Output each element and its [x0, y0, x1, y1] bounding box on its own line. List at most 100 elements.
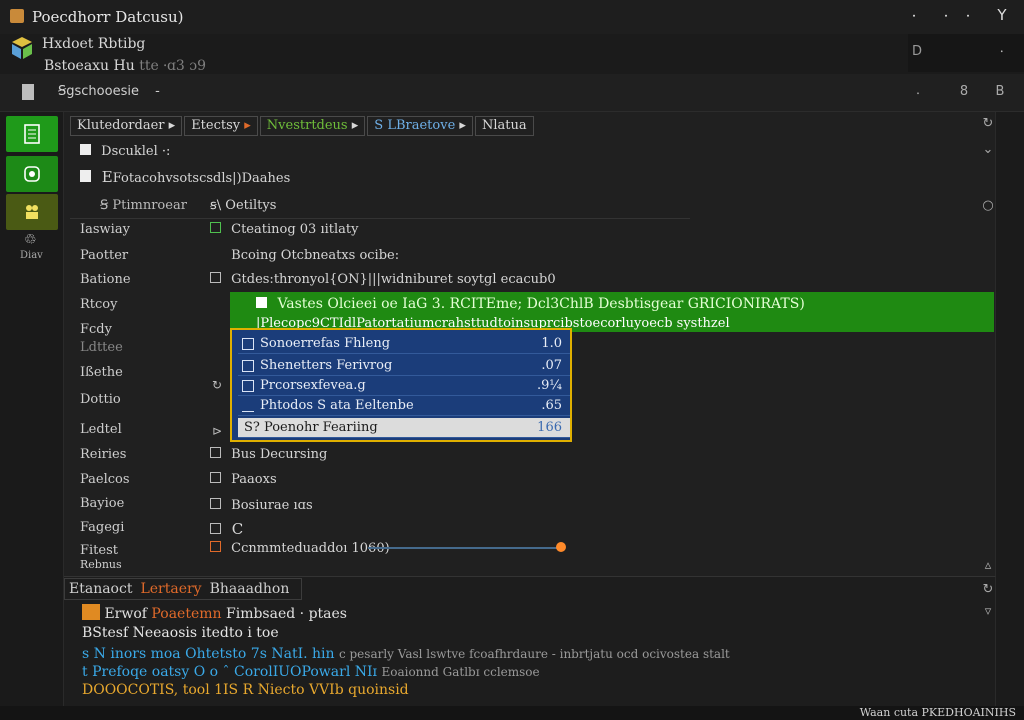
label-8: Dottio: [80, 392, 121, 407]
sidebar-item-people[interactable]: [6, 194, 58, 230]
tabs-refresh-icon[interactable]: ↻: [980, 116, 996, 131]
label-12: Bayioe: [80, 496, 125, 511]
panel-glyph-left: D: [912, 44, 923, 59]
window-title: Poecdhorr Datcusu): [32, 8, 184, 26]
log-line-5: DOOOCOTIS, tool 1IS R Niecto VVIb quoins…: [82, 682, 409, 698]
output-tabs: Etanaoct Lertaery Bhaaadhon: [64, 578, 303, 600]
item-icon: [242, 360, 254, 372]
tree-item-2[interactable]: EFotacohvsotscsdls|)Daahes: [80, 168, 290, 186]
document-icon: [24, 124, 40, 144]
item-icon: [242, 380, 254, 392]
file-icon[interactable]: [22, 84, 34, 100]
restore-icon[interactable]: ⸱: [936, 6, 956, 26]
row-1-checkbox[interactable]: [210, 222, 221, 233]
row-9-checkbox[interactable]: [210, 498, 221, 509]
brand-name: Hxdoet Rbtibg: [42, 36, 146, 52]
row-arrow-icon[interactable]: ⊳: [212, 424, 222, 438]
output-tab-3[interactable]: Bhaaadhon: [210, 581, 290, 597]
option-icon[interactable]: ○: [980, 198, 996, 213]
label-11: Paelcos: [80, 472, 130, 487]
flag-icon: [80, 170, 91, 182]
label-9: Ledtel: [80, 422, 122, 437]
row-2[interactable]: Bcoing Otcbneatxs ocibe:: [210, 248, 399, 263]
log-badge-icon: [82, 604, 100, 620]
row-expand-icon[interactable]: ↻: [212, 378, 222, 392]
top-right-panel: D ⸱: [908, 34, 1024, 72]
output-filter-icon[interactable]: ▿: [980, 604, 996, 619]
pin-icon[interactable]: ⸱: [958, 6, 978, 26]
row-3-checkbox[interactable]: [210, 272, 221, 283]
output-refresh-icon[interactable]: ↻: [980, 582, 996, 597]
tree-item-3[interactable]: Ꞩ Ptimnroear: [100, 198, 187, 213]
row-7[interactable]: Bus Decursing: [210, 447, 327, 462]
people-icon: [26, 205, 38, 219]
highlight-banner[interactable]: Vastes Olcieei oe IaG 3. RCITEme; Dcl3Ch…: [230, 292, 994, 332]
row-3[interactable]: Gtdes:thronyol{ON}|||widniburet soytgl e…: [210, 272, 556, 287]
dropdown-item-3[interactable]: Prcorsexfevea.g .9¼: [238, 376, 570, 396]
title-bar: Poecdhorr Datcusu) ⸱ ⸱ ⸱ Y: [0, 0, 1024, 34]
row-9[interactable]: Bosiurae ıɑs: [210, 498, 313, 513]
row-8[interactable]: Paaoxs: [210, 472, 277, 487]
log-line-1: Erwof Poaetemn Fimbsaed · ptaes: [82, 604, 347, 622]
label-10: Reiries: [80, 447, 127, 462]
search-text: Ꞩgschooesie: [58, 84, 139, 99]
brand-subtitle: Bstoeaxu Hu tte ⸱ɑ3 ɔ9: [44, 56, 206, 75]
row-8-checkbox[interactable]: [210, 472, 221, 483]
brand-subtitle-dim: tte ⸱ɑ3 ɔ9: [139, 58, 207, 74]
dropdown-item-1[interactable]: Sonoerrefas Fhleng 1.0: [238, 334, 570, 354]
log-line-3: s N inors moa Ohtetsto 7s NatI. hin c pe…: [82, 646, 730, 662]
sidebar-item-target[interactable]: [6, 156, 58, 192]
status-bar: Waan cuta PKEDHOAINIHS: [0, 706, 1024, 720]
row-2-checkbox[interactable]: [210, 248, 221, 259]
label-5: Fcdy: [80, 322, 112, 337]
label-13: Fagegi: [80, 520, 125, 535]
tree-item-1[interactable]: Dscuklel ·:: [80, 144, 170, 159]
tab-bar: Klutedordaer ▸ Etectsy ▸ Nvestrtdeus ▸ S…: [70, 116, 536, 136]
collapse-chevron-icon[interactable]: ⌄: [980, 142, 996, 157]
divider: [70, 218, 690, 219]
tab-etectsy[interactable]: Etectsy ▸: [184, 116, 258, 136]
sidebar-item-documents[interactable]: [6, 116, 58, 152]
sidebar-bottom-label: Diav: [20, 250, 43, 261]
output-tab-2[interactable]: Lertaery: [140, 581, 201, 597]
toolbar-refresh-icon[interactable]: 8: [956, 84, 972, 99]
log-line-2: BStesf Neeaosis itedto i toe: [82, 625, 279, 641]
dropdown-menu: Sonoerrefas Fhleng 1.0 Shenetters Ferivro…: [230, 328, 572, 442]
tab-klutedordaer[interactable]: Klutedordaer ▸: [70, 116, 183, 136]
folder-icon: [80, 144, 91, 155]
scroll-up-icon[interactable]: ▵: [980, 558, 996, 573]
row-1[interactable]: Cteatinog 03 ıitlaty: [210, 222, 358, 237]
label-15: Rebnus: [80, 558, 122, 571]
item-icon: [242, 338, 254, 350]
dropdown-item-2[interactable]: Shenetters Ferivrog .07: [238, 356, 570, 376]
label-3: Batione: [80, 272, 131, 287]
search-field[interactable]: Ꞩgschooesie -: [58, 84, 160, 99]
recycle-icon[interactable]: ♲: [24, 232, 37, 248]
tab-nlatua[interactable]: Nlatua: [474, 116, 534, 136]
label-7: Ißethe: [80, 365, 123, 380]
row-10[interactable]: C: [210, 520, 243, 538]
app-icon: [10, 9, 24, 23]
tab-braetove[interactable]: S LBraetove ▸: [367, 116, 473, 136]
row-11-checkbox[interactable]: [210, 541, 221, 552]
banner-line-1: Vastes Olcieei oe IaG 3. RCITEme; Dcl3Ch…: [256, 296, 805, 312]
toolbar-up-icon[interactable]: ⸱: [910, 84, 926, 102]
target-icon: [24, 166, 40, 182]
banner-check-icon: [256, 297, 267, 308]
progress-slider-handle[interactable]: [556, 542, 566, 552]
tab-nvestrtdeus[interactable]: Nvestrtdeus ▸: [259, 116, 366, 136]
close-icon[interactable]: Y: [992, 6, 1012, 24]
dropdown-item-5[interactable]: S? Poenohr Feariing 166: [238, 418, 570, 438]
progress-slider-track[interactable]: [368, 547, 558, 549]
row-7-checkbox[interactable]: [210, 447, 221, 458]
minimize-icon[interactable]: ⸱: [904, 6, 924, 26]
label-4: Rtcoy: [80, 297, 118, 312]
toolbar-menu-icon[interactable]: B: [992, 84, 1008, 99]
row-10-checkbox[interactable]: [210, 523, 221, 534]
output-tab-1[interactable]: Etanaoct: [69, 581, 132, 597]
pin-small-icon[interactable]: ⸱: [1000, 42, 1003, 60]
dropdown-item-4[interactable]: Phtodos S ata Eeltenbe .65: [238, 396, 570, 416]
row-11[interactable]: Ccnmmteduaddoı 1060): [210, 541, 390, 556]
label-1: Iaswiay: [80, 222, 130, 237]
tree-item-3b[interactable]: ꞩ\ Oetiltys: [210, 198, 276, 213]
